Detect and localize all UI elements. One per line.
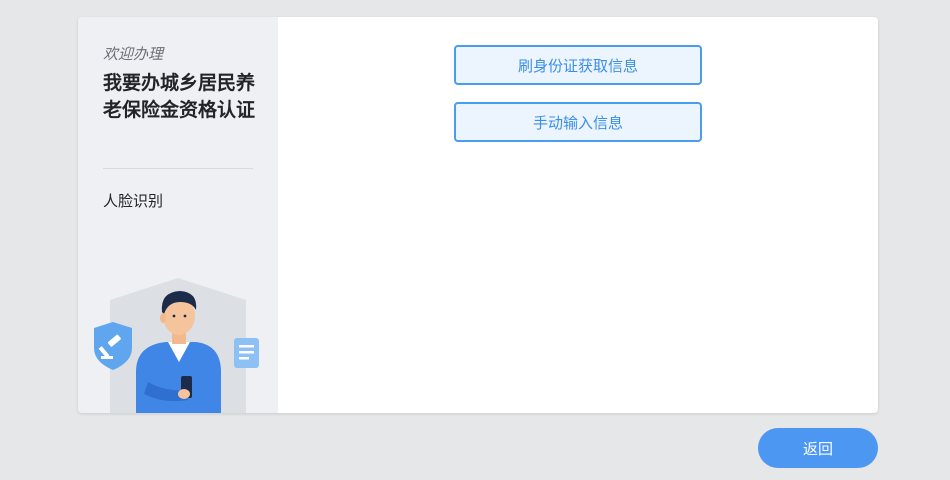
back-button[interactable]: 返回 (758, 428, 878, 468)
document-icon (234, 338, 259, 368)
manual-input-button[interactable]: 手动输入信息 (454, 102, 702, 142)
person-with-phone-illustration (94, 278, 259, 413)
current-step-label: 人脸识别 (103, 192, 164, 210)
swipe-id-card-button[interactable]: 刷身份证获取信息 (454, 45, 702, 85)
service-title: 我要办城乡居民养老保险金资格认证 (103, 72, 256, 121)
main-card: 欢迎办理 我要办城乡居民养老保险金资格认证 人脸识别 刷身份证获取信息 手动输入… (78, 17, 878, 413)
sidebar: 欢迎办理 我要办城乡居民养老保险金资格认证 人脸识别 (78, 17, 278, 413)
divider (103, 168, 253, 169)
welcome-label: 欢迎办理 (103, 45, 164, 63)
